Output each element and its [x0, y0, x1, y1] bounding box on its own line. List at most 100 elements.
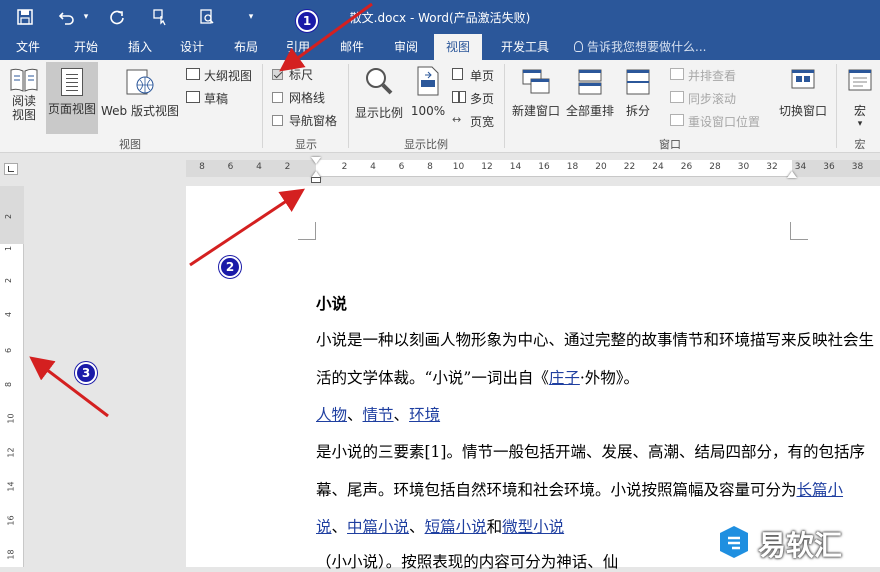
group-separator [262, 64, 263, 148]
sync-scroll-label: 同步滚动 [688, 92, 737, 106]
view-side-by-side-button[interactable]: 并排查看 [668, 66, 768, 84]
step-badge-1: 1 [296, 10, 318, 32]
new-window-button[interactable]: 新建窗口 [508, 64, 564, 134]
group-show-label: 显示 [295, 138, 317, 151]
ruler-tick-label: 10 [6, 413, 16, 424]
ruler-tick-label: 22 [623, 162, 636, 172]
vertical-ruler[interactable]: 2 1 2 4 6 8 10 12 14 16 18 [0, 186, 24, 567]
ruler-tick-label: 2 [4, 277, 14, 284]
right-indent-marker[interactable] [787, 171, 797, 178]
tab-mailings[interactable]: 邮件 [332, 34, 372, 60]
tab-selector[interactable] [4, 163, 18, 175]
tab-review[interactable]: 审阅 [386, 34, 426, 60]
ruler-tick-label: 14 [509, 162, 522, 172]
print-layout-button[interactable]: 页面视图 [46, 62, 98, 134]
tab-home[interactable]: 开始 [66, 34, 106, 60]
navigation-pane-checkbox[interactable] [272, 115, 283, 126]
group-macros-label: 宏 [854, 138, 866, 151]
doc-link-novella[interactable]: 中篇小说 [347, 518, 409, 536]
ruler-tick-label: 2 [4, 213, 14, 220]
ruler-tick-label: 10 [452, 162, 465, 172]
ruler-tick-label: 20 [595, 162, 607, 172]
doc-link-novel-end[interactable]: 说 [316, 518, 332, 536]
ruler-tick-label: 16 [538, 162, 550, 172]
reset-window-position-button[interactable]: 重设窗口位置 [668, 112, 768, 130]
reset-window-label: 重设窗口位置 [688, 115, 761, 129]
doc-paragraph-line[interactable]: 人物、情节、环境 [316, 403, 440, 425]
doc-paragraph-line[interactable]: 是小说的三要素[1]。情节一般包括开端、发展、高潮、结局四部分，有的包括序 [316, 440, 865, 462]
multiple-pages-label: 多页 [470, 92, 495, 106]
ruler-tick-label: 26 [680, 162, 693, 172]
doc-text: 和 [486, 518, 503, 536]
outline-button[interactable]: 大纲视图 [184, 66, 256, 84]
zoom-button[interactable]: 显示比例 [352, 64, 406, 134]
gridlines-checkbox[interactable] [272, 92, 283, 103]
macro-icon [847, 68, 873, 96]
draft-button[interactable]: 草稿 [184, 89, 256, 107]
switch-windows-icon [788, 68, 818, 96]
doc-link-character[interactable]: 人物 [316, 406, 347, 424]
doc-paragraph-line[interactable]: 幕、尾声。环境包括自然环境和社会环境。小说按照篇幅及容量可分为长篇小 [316, 478, 843, 500]
ruler-tick-label: 6 [398, 162, 405, 172]
globe-page-icon [125, 68, 155, 96]
doc-link-micro-fiction[interactable]: 微型小说 [502, 518, 564, 536]
tab-insert[interactable]: 插入 [120, 34, 160, 60]
doc-link-novel[interactable]: 长篇小 [797, 481, 844, 499]
doc-paragraph-line[interactable]: 说、中篇小说、短篇小说和微型小说 [316, 515, 564, 537]
macros-button[interactable]: 宏 ▾ [840, 64, 880, 134]
group-separator [836, 64, 837, 148]
split-button[interactable]: 拆分 [618, 64, 658, 134]
web-layout-button[interactable]: Web 版式视图 [98, 64, 182, 134]
ruler-tick-label: 8 [4, 381, 14, 388]
doc-link-zhuangzi[interactable]: 庄子 [549, 369, 580, 387]
doc-paragraph-line[interactable]: 小说是一种以刻画人物形象为中心、通过完整的故事情节和环境描写来反映社会生 [316, 328, 874, 350]
doc-paragraph-line[interactable]: （小小说）。按照表现的内容可分为神话、仙 [316, 550, 618, 572]
horizontal-ruler[interactable]: 8 6 4 2 2 4 6 8 10 12 14 16 18 20 22 24 26 28 30 32 34 36 38 [186, 157, 880, 183]
split-icon [625, 68, 651, 96]
ruler-left-margin [186, 160, 316, 177]
one-page-icon [452, 68, 463, 80]
tab-references[interactable]: 引用 [278, 34, 318, 60]
window-title: 散文.docx - Word(产品激活失败) [349, 11, 531, 25]
step-badge-2: 2 [219, 256, 241, 278]
synchronous-scrolling-button[interactable]: 同步滚动 [668, 89, 768, 107]
first-line-indent-marker[interactable] [311, 157, 321, 164]
ruler-tick-label: 38 [851, 162, 864, 172]
new-window-label: 新建窗口 [511, 104, 560, 118]
logo-icon [716, 524, 752, 560]
ruler-checkbox[interactable] [272, 69, 283, 80]
left-tab-icon [8, 166, 14, 172]
doc-paragraph-line[interactable]: 活的文学体裁。“小说”一词出自《庄子·外物》。 [316, 366, 639, 388]
tab-view[interactable]: 视图 [434, 34, 482, 60]
watermark-text: 易软汇 [758, 529, 843, 562]
doc-link-setting[interactable]: 环境 [409, 406, 440, 424]
doc-heading[interactable]: 小说 [316, 292, 347, 314]
left-indent-marker[interactable] [311, 177, 321, 183]
zoom-100-button[interactable]: 100% [408, 64, 448, 134]
title-bar: ▾ ▾ 散文.docx - Word(产品激活失败) [0, 0, 880, 34]
split-label: 拆分 [625, 104, 650, 118]
ribbon-tabs: 文件 开始 插入 设计 布局 引用 邮件 审阅 视图 开发工具 告诉我您想要做什… [0, 34, 880, 60]
doc-text: 幕、尾声。环境包括自然环境和社会环境。小说按照篇幅及容量可分为 [316, 481, 797, 499]
doc-link-plot[interactable]: 情节 [363, 406, 394, 424]
ruler-tick-label: 28 [709, 162, 721, 172]
tab-developer[interactable]: 开发工具 [496, 34, 554, 60]
doc-link-short-story[interactable]: 短篇小说 [425, 518, 487, 536]
doc-text: ·外物》。 [579, 369, 640, 387]
one-page-button[interactable]: 单页 [450, 66, 498, 84]
multiple-pages-button[interactable]: 多页 [450, 89, 498, 107]
arrange-all-button[interactable]: 全部重排 [564, 64, 616, 134]
page-width-button[interactable]: ↔ 页宽 [450, 112, 498, 130]
read-mode-button[interactable]: 阅读 视图 [4, 64, 44, 134]
ruler-tick-label: 2 [284, 162, 291, 172]
macros-dropdown-icon: ▾ [857, 119, 863, 129]
tab-design[interactable]: 设计 [172, 34, 212, 60]
tab-file[interactable]: 文件 [8, 34, 48, 60]
outline-label: 大纲视图 [204, 69, 253, 83]
ruler-tick-label: 30 [737, 162, 750, 172]
group-window-label: 窗口 [659, 138, 681, 151]
group-views-label: 视图 [119, 138, 141, 151]
tab-layout[interactable]: 布局 [226, 34, 266, 60]
tell-me-box[interactable]: 告诉我您想要做什么... [574, 34, 714, 60]
switch-windows-button[interactable]: 切换窗口 [774, 64, 832, 134]
